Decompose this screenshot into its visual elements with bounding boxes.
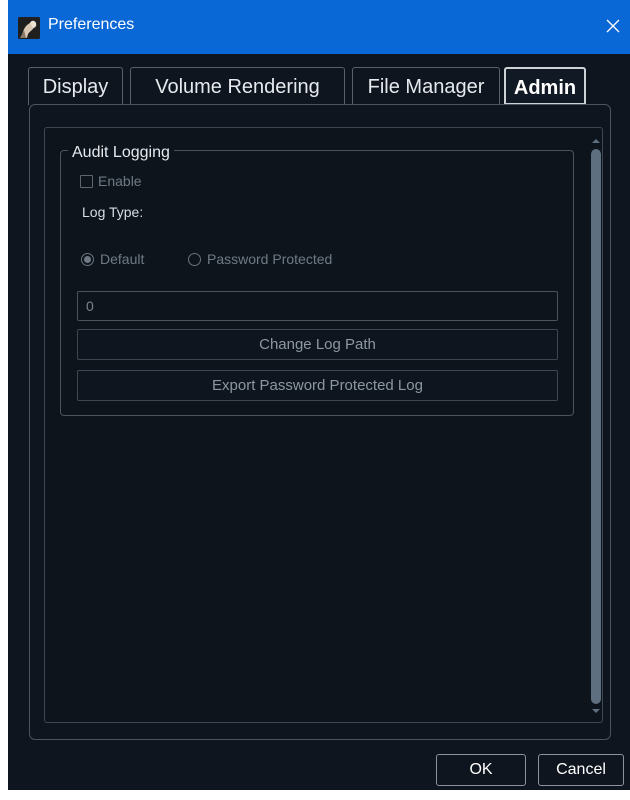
export-log-button[interactable]: Export Password Protected Log — [77, 370, 558, 401]
radio-password-protected[interactable]: Password Protected — [188, 249, 332, 269]
close-button[interactable] — [600, 12, 626, 40]
change-log-path-button[interactable]: Change Log Path — [77, 329, 558, 360]
close-icon — [606, 19, 620, 33]
radio-password-button[interactable] — [188, 252, 201, 266]
enable-checkbox[interactable] — [80, 174, 93, 188]
log-path-input[interactable] — [77, 291, 558, 321]
enable-label: Enable — [98, 173, 142, 189]
ok-button[interactable]: OK — [436, 754, 526, 786]
scroll-down-arrow[interactable] — [591, 707, 601, 715]
app-icon — [18, 17, 40, 39]
scroll-up-arrow[interactable] — [591, 137, 601, 145]
tab-volume-rendering[interactable]: Volume Rendering — [130, 67, 345, 105]
scroll-thumb[interactable] — [591, 149, 601, 704]
arrow-down-icon — [592, 709, 600, 713]
cancel-button[interactable]: Cancel — [538, 754, 624, 786]
preferences-window: Preferences Display Volume Rendering Fil… — [8, 0, 630, 790]
radio-password-label: Password Protected — [207, 251, 333, 267]
enable-checkbox-row[interactable]: Enable — [80, 171, 142, 191]
tab-file-manager[interactable]: File Manager — [352, 67, 500, 105]
tab-display[interactable]: Display — [28, 67, 123, 105]
radio-default[interactable]: Default — [81, 249, 144, 269]
group-title: Audit Logging — [68, 144, 174, 162]
window-title: Preferences — [48, 16, 135, 33]
vertical-scrollbar[interactable] — [589, 137, 603, 717]
log-type-label: Log Type: — [82, 204, 144, 220]
tab-admin[interactable]: Admin — [504, 67, 586, 105]
title-bar: Preferences — [8, 0, 630, 54]
arrow-up-icon — [592, 139, 600, 143]
radio-default-button[interactable] — [81, 252, 94, 266]
radio-default-label: Default — [100, 251, 145, 267]
